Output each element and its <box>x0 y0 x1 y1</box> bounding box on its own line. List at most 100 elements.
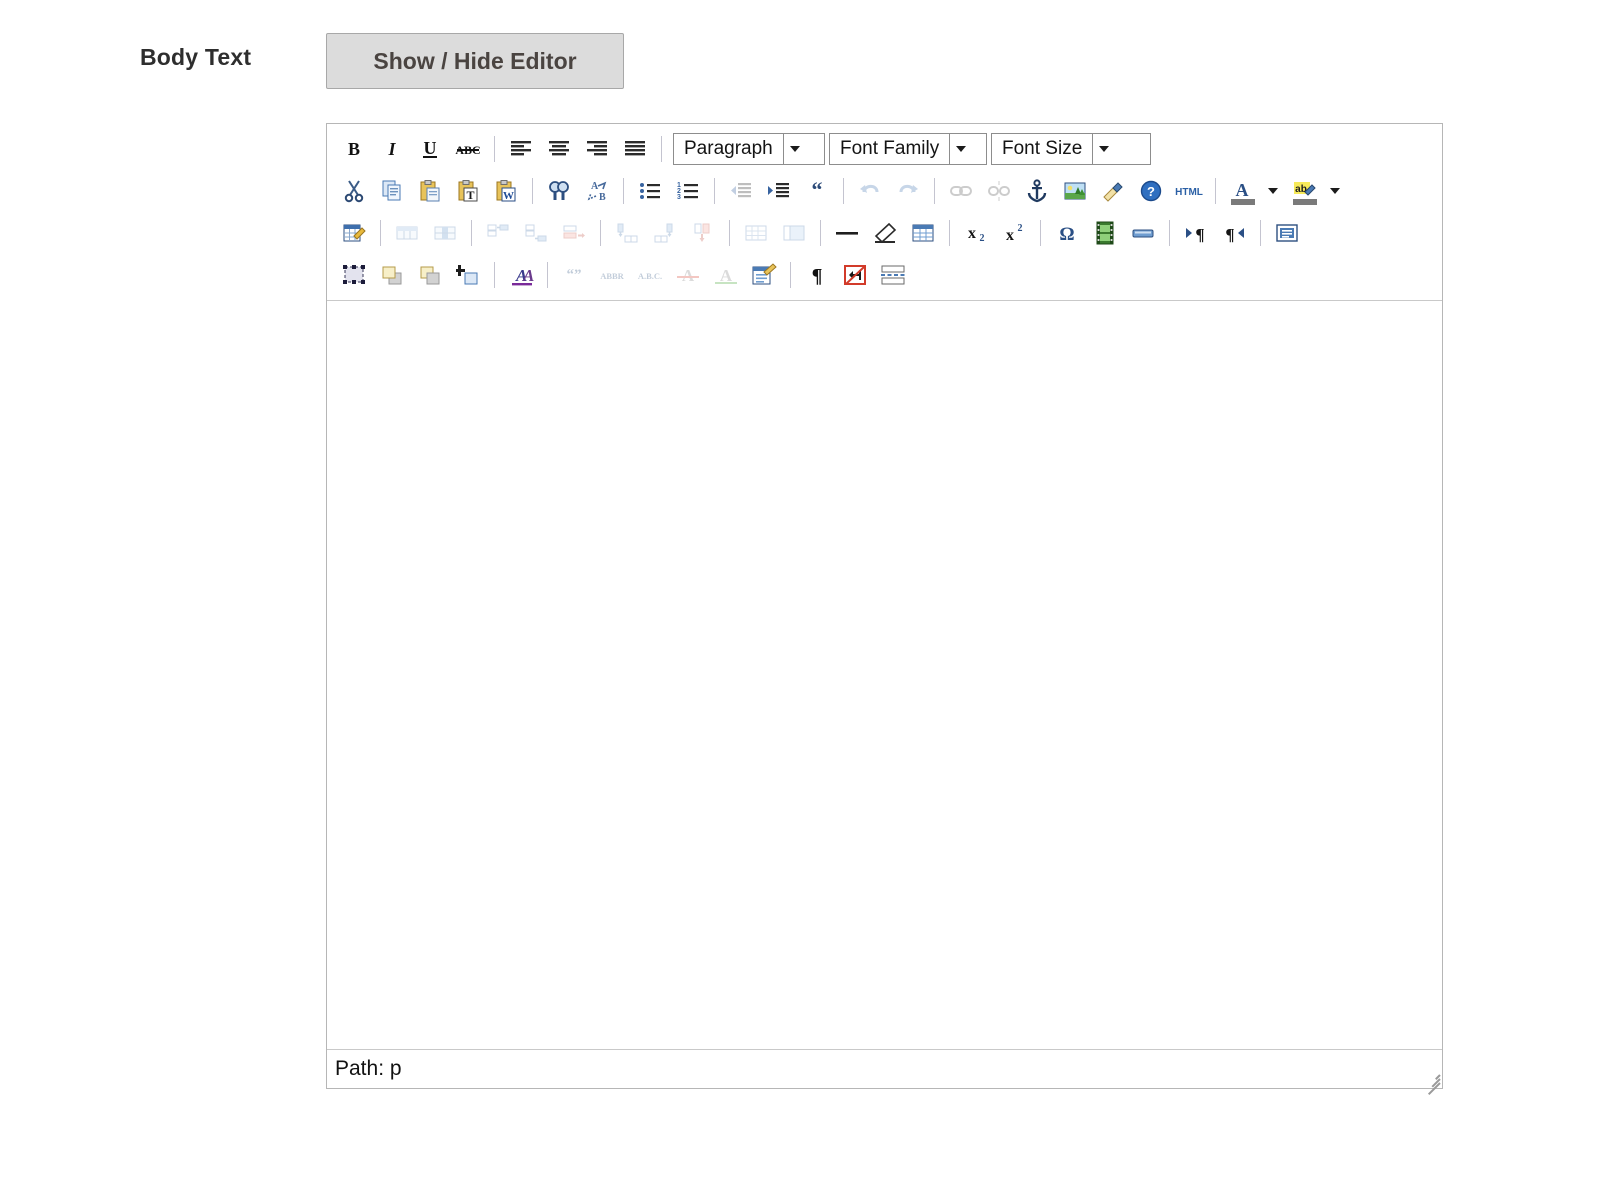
fontfamily-select[interactable]: Font Family <box>829 133 987 165</box>
row-insert-before-icon <box>480 216 516 250</box>
align-right-icon[interactable] <box>579 132 615 166</box>
redo-icon <box>890 174 926 208</box>
bold-icon[interactable]: B <box>336 132 372 166</box>
svg-text:x: x <box>968 225 976 242</box>
column-insert-after-icon <box>647 216 683 250</box>
subscript-icon[interactable]: x 2 <box>958 216 994 250</box>
svg-text:A: A <box>1236 180 1249 200</box>
resize-handle[interactable] <box>1422 1068 1441 1096</box>
paste-as-text-icon[interactable]: T <box>450 174 486 208</box>
element-path: Path: p <box>335 1057 402 1080</box>
bullet-list-icon[interactable] <box>632 174 668 208</box>
toolbar-separator <box>1169 220 1170 246</box>
search-replace-icon[interactable]: A B <box>579 174 615 208</box>
deleted-text-icon: A <box>670 258 706 292</box>
help-icon[interactable]: ? <box>1133 174 1169 208</box>
media-icon[interactable] <box>1087 216 1123 250</box>
toolbar-row-2: T W A B 1 2 3 “ ? HTML A ab <box>327 170 1442 212</box>
direction-rtl-icon[interactable]: ¶ <box>1216 216 1252 250</box>
attributes-icon[interactable] <box>746 258 782 292</box>
remove-formatting-icon[interactable] <box>867 216 903 250</box>
toolbar-row-3: x 2 x 2 Ω ¶ ¶ <box>327 212 1442 254</box>
fontsize-select-value: Font Size <box>1002 138 1083 159</box>
citation-icon: “” <box>556 258 592 292</box>
unlink-icon <box>981 174 1017 208</box>
align-justify-icon[interactable] <box>617 132 653 166</box>
backcolor-menu-icon[interactable] <box>1324 174 1346 208</box>
column-insert-before-icon <box>609 216 645 250</box>
svg-text:T: T <box>466 188 474 202</box>
paste-from-word-icon[interactable]: W <box>488 174 524 208</box>
forecolor-menu-icon[interactable] <box>1262 174 1284 208</box>
forecolor-icon[interactable]: A <box>1224 174 1260 208</box>
align-left-icon[interactable] <box>503 132 539 166</box>
svg-text:3: 3 <box>677 194 681 201</box>
special-character-icon[interactable]: Ω <box>1049 216 1085 250</box>
show-invisible-characters-icon[interactable]: ¶ <box>799 258 835 292</box>
svg-text:“”: “” <box>567 267 582 283</box>
editor-statusbar: Path: p <box>327 1050 1442 1096</box>
paste-icon[interactable] <box>412 174 448 208</box>
move-backward-icon[interactable] <box>412 258 448 292</box>
fontsize-select[interactable]: Font Size <box>991 133 1151 165</box>
svg-text:B: B <box>348 139 360 159</box>
merge-cells-icon <box>776 216 812 250</box>
svg-text:2: 2 <box>1018 223 1023 234</box>
svg-text:x: x <box>1006 227 1014 244</box>
cleanup-icon[interactable] <box>1095 174 1131 208</box>
forecolor-swatch <box>1231 199 1255 205</box>
italic-icon[interactable]: I <box>374 132 410 166</box>
insert-layer-icon[interactable] <box>450 258 486 292</box>
strikethrough-icon[interactable]: ABC <box>450 132 486 166</box>
image-icon[interactable] <box>1057 174 1093 208</box>
chevron-down-icon[interactable] <box>1092 134 1116 164</box>
svg-text:?: ? <box>1147 184 1155 199</box>
backcolor-icon[interactable]: ab <box>1286 174 1322 208</box>
nonbreaking-space-icon[interactable] <box>837 258 873 292</box>
chevron-down-icon[interactable] <box>782 134 806 164</box>
move-forward-icon[interactable] <box>374 258 410 292</box>
editor-content-area[interactable] <box>327 301 1442 1050</box>
toolbar-separator <box>547 262 548 288</box>
align-center-icon[interactable] <box>541 132 577 166</box>
insert-date-icon[interactable] <box>1125 216 1161 250</box>
format-select[interactable]: Paragraph <box>673 133 825 165</box>
inserted-text-icon: A <box>708 258 744 292</box>
svg-text:B: B <box>599 192 606 203</box>
underline-icon[interactable]: U <box>412 132 448 166</box>
numbered-list-icon[interactable]: 1 2 3 <box>670 174 706 208</box>
chevron-down-icon[interactable] <box>949 134 973 164</box>
superscript-icon[interactable]: x 2 <box>996 216 1032 250</box>
toggle-guidelines-icon[interactable] <box>905 216 941 250</box>
select-layer-icon[interactable] <box>336 258 372 292</box>
wysiwyg-editor: B I U ABC Paragraph Font Family Font Siz… <box>326 123 1443 1096</box>
page-root: Body Text Show / Hide Editor B I U ABC P… <box>0 0 1614 1184</box>
direction-ltr-icon[interactable]: ¶ <box>1178 216 1214 250</box>
copy-icon[interactable] <box>374 174 410 208</box>
page-break-icon[interactable] <box>875 258 911 292</box>
html-source-icon[interactable]: HTML <box>1171 174 1207 208</box>
outdent-icon <box>723 174 759 208</box>
styles-icon[interactable]: A A <box>503 258 539 292</box>
svg-text:2: 2 <box>980 233 985 244</box>
svg-text:Ω: Ω <box>1059 224 1074 244</box>
toolbar-separator <box>661 136 662 162</box>
anchor-icon[interactable] <box>1019 174 1055 208</box>
svg-text:ABBR: ABBR <box>600 271 624 281</box>
svg-text:¶: ¶ <box>812 265 823 287</box>
toolbar-separator <box>843 178 844 204</box>
horizontal-rule-icon[interactable] <box>829 216 865 250</box>
insert-table-icon[interactable] <box>336 216 372 250</box>
toolbar-separator <box>714 178 715 204</box>
svg-text:A: A <box>591 181 599 192</box>
toolbar-separator <box>532 178 533 204</box>
cut-icon[interactable] <box>336 174 372 208</box>
abbreviation-icon: ABBR <box>594 258 630 292</box>
indent-icon[interactable] <box>761 174 797 208</box>
visual-blocks-icon[interactable] <box>1269 216 1305 250</box>
row-delete-icon <box>556 216 592 250</box>
search-icon[interactable] <box>541 174 577 208</box>
split-cells-icon <box>738 216 774 250</box>
show-hide-editor-button[interactable]: Show / Hide Editor <box>326 33 624 89</box>
blockquote-icon[interactable]: “ <box>799 174 835 208</box>
